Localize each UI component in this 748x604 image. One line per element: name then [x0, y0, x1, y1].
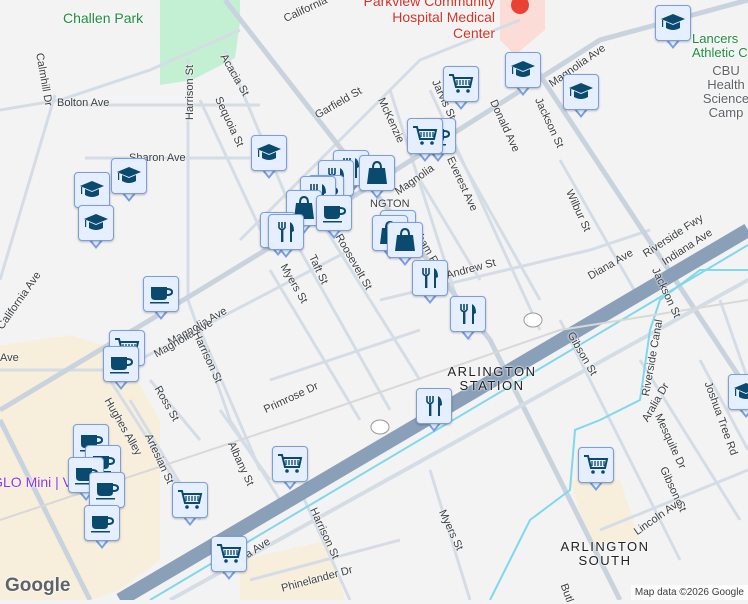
street-label-harrison-n: Harrison St	[184, 64, 196, 120]
marker-box	[416, 388, 452, 424]
map-marker-restaurant[interactable]	[412, 260, 448, 306]
marker-box	[84, 505, 120, 541]
arlington-station-label: ARLINGTON STATION	[447, 364, 537, 393]
school-icon	[84, 214, 108, 230]
map-marker-cafe[interactable]	[143, 276, 179, 322]
marker-box	[450, 296, 486, 332]
map-marker-cafe[interactable]	[316, 195, 352, 241]
cbu-label: CBU Health Science Camp	[702, 63, 748, 120]
map-marker-grocery[interactable]	[578, 447, 614, 493]
street-label-bolton: Bolton Ave	[57, 97, 110, 109]
marker-box	[89, 472, 125, 508]
marker-box	[74, 172, 110, 208]
map-marker-cafe[interactable]	[84, 505, 120, 551]
shopping-cart-icon	[448, 74, 473, 94]
map-marker-school[interactable]	[728, 374, 748, 420]
shopping-cart-icon	[583, 455, 608, 475]
fork-knife-icon	[426, 395, 443, 417]
lancers-label: Lancers Athletic C	[692, 31, 748, 60]
challen-park-label: Challen Park	[63, 10, 144, 26]
street-label-ave-w: Ave	[0, 352, 19, 364]
map-marker-grocery[interactable]	[407, 118, 443, 164]
fork-knife-icon	[422, 267, 439, 289]
shopping-bag-icon	[394, 228, 416, 252]
marker-box	[272, 446, 308, 482]
marker-box	[412, 260, 448, 296]
school-icon	[117, 167, 141, 183]
map-marker-grocery[interactable]	[272, 446, 308, 492]
map-marker-restaurant[interactable]	[450, 296, 486, 342]
marker-box	[505, 52, 541, 88]
map-marker-restaurant[interactable]	[416, 388, 452, 434]
school-icon	[734, 383, 748, 399]
map-marker-school[interactable]	[563, 74, 599, 120]
map-marker-grocery[interactable]	[172, 482, 208, 528]
map-marker-school[interactable]	[111, 158, 147, 204]
shopping-cart-icon	[177, 490, 202, 510]
school-icon	[80, 181, 104, 197]
marker-box	[655, 5, 691, 41]
coffee-cup-icon	[149, 286, 173, 305]
map-marker-grocery[interactable]	[211, 536, 247, 582]
map-attribution[interactable]: Map data ©2026 Google	[630, 585, 748, 600]
marker-box	[143, 276, 179, 312]
marker-box	[407, 118, 443, 154]
marker-box	[578, 447, 614, 483]
marker-box	[359, 155, 395, 191]
hospital-label: Parkview Community Hospital Medical Cent…	[363, 0, 495, 41]
google-logo: Google	[5, 575, 71, 596]
marker-box	[251, 135, 287, 171]
marker-box	[111, 158, 147, 194]
school-icon	[661, 14, 685, 30]
map-marker-cafe[interactable]	[103, 346, 139, 392]
map-marker-school[interactable]	[78, 205, 114, 251]
map-marker-restaurant[interactable]	[268, 214, 304, 260]
marker-box	[103, 346, 139, 382]
map-marker-school[interactable]	[251, 135, 287, 181]
shopping-cart-icon	[216, 544, 241, 564]
marker-box	[728, 374, 748, 410]
coffee-cup-icon	[109, 356, 133, 375]
map-marker-school[interactable]	[505, 52, 541, 98]
fork-knife-icon	[460, 303, 477, 325]
school-icon	[257, 144, 281, 160]
map-marker-grocery[interactable]	[443, 66, 479, 112]
shopping-cart-icon	[412, 126, 437, 146]
shopping-bag-icon	[366, 161, 388, 185]
marker-box	[78, 205, 114, 241]
fork-knife-icon	[278, 221, 295, 243]
marker-box	[172, 482, 208, 518]
marker-box	[268, 214, 304, 250]
marker-box	[211, 536, 247, 572]
marker-box	[316, 195, 352, 231]
map-marker-shopping[interactable]	[359, 155, 395, 201]
map-marker-school[interactable]	[655, 5, 691, 51]
school-icon	[511, 61, 535, 77]
coffee-cup-icon	[90, 515, 114, 534]
marker-box	[563, 74, 599, 110]
shopping-cart-icon	[277, 454, 302, 474]
marker-box	[443, 66, 479, 102]
coffee-cup-icon	[95, 482, 119, 501]
marker-box	[387, 222, 423, 258]
arlington-south-label: ARLINGTON SOUTH	[560, 539, 650, 568]
school-icon	[569, 83, 593, 99]
coffee-cup-icon	[322, 205, 346, 224]
